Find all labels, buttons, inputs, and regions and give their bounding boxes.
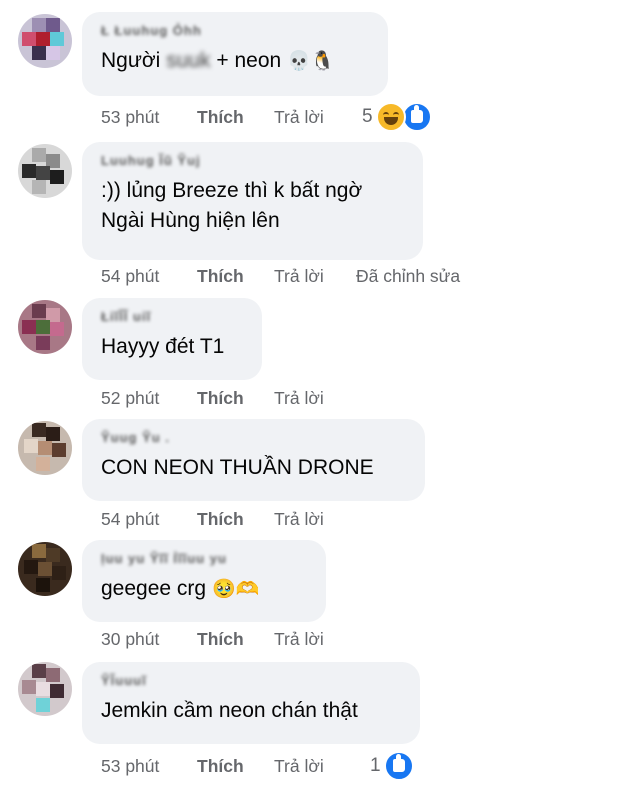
comment-text-line-1: :)) lủng Breeze thì k bất ngờ [101, 179, 363, 202]
reply-button[interactable]: Trả lời [274, 386, 324, 410]
comment-text-line-2: Ngài Hùng hiện lên [101, 209, 280, 232]
timestamp[interactable]: 52 phút [101, 386, 159, 410]
like-button[interactable]: Thích [197, 264, 244, 288]
avatar[interactable] [18, 421, 72, 475]
comment-bubble: Ỹuug Ỹu . CON NEON THUẦN DRONE [82, 419, 425, 501]
comment-text-body: geegee crg [101, 577, 207, 600]
like-button[interactable]: Thích [197, 105, 244, 129]
reply-button[interactable]: Trả lời [274, 105, 324, 129]
comment-text: Jemkin cầm neon chán thật [101, 699, 358, 722]
like-icon [384, 751, 414, 781]
commenter-name[interactable]: Ł Łuuhug Ỏhh [101, 22, 372, 40]
reply-button[interactable]: Trả lời [274, 627, 324, 651]
comment-text-end: + neon [216, 49, 282, 72]
pleading-heart-hands-emoji-icon: 🥹🫶 [211, 578, 260, 600]
comment-text: Người suuk + neon 💀🐧 [101, 46, 372, 76]
avatar[interactable] [18, 662, 72, 716]
commenter-name[interactable]: Luuhug Ĩũ Ỹuj [101, 152, 407, 170]
commenter-name[interactable]: Ịuu yu Ỹĩĩ Ỉĩĩuu yu [101, 550, 310, 568]
timestamp[interactable]: 30 phút [101, 627, 159, 651]
comment-bubble: Ł Łuuhug Ỏhh Người suuk + neon 💀🐧 [82, 12, 388, 96]
avatar[interactable] [18, 144, 72, 198]
haha-icon [376, 102, 406, 132]
timestamp[interactable]: 53 phút [101, 105, 159, 129]
avatar[interactable] [18, 14, 72, 68]
avatar[interactable] [18, 542, 72, 596]
timestamp[interactable]: 54 phút [101, 264, 159, 288]
avatar[interactable] [18, 300, 72, 354]
like-icon [402, 102, 432, 132]
timestamp[interactable]: 53 phút [101, 754, 159, 778]
comment-text: CON NEON THUẦN DRONE [101, 456, 374, 479]
reply-button[interactable]: Trả lời [274, 754, 324, 778]
like-button[interactable]: Thích [197, 627, 244, 651]
reaction-count: 5 [362, 106, 373, 127]
reaction-summary[interactable]: 5 [362, 102, 442, 132]
commenter-name[interactable]: Ỹuug Ỹu . [101, 429, 409, 447]
reaction-count: 1 [370, 755, 381, 776]
commenter-name[interactable]: ỸĨuuuĩ [101, 672, 404, 690]
comment-bubble: Ịuu yu Ỹĩĩ Ỉĩĩuu yu geegee crg 🥹🫶 [82, 540, 326, 622]
timestamp[interactable]: 54 phút [101, 507, 159, 531]
comment-text: geegee crg 🥹🫶 [101, 574, 310, 604]
like-button[interactable]: Thích [197, 754, 244, 778]
comment-text-start: Người [101, 49, 161, 72]
reply-button[interactable]: Trả lời [274, 264, 324, 288]
reaction-summary[interactable]: 1 [370, 751, 416, 781]
like-button[interactable]: Thích [197, 507, 244, 531]
comment-bubble: Luuhug Ĩũ Ỹuj :)) lủng Breeze thì k bất … [82, 142, 423, 260]
reply-button[interactable]: Trả lời [274, 507, 324, 531]
comment-text-blurred: suuk [166, 49, 211, 72]
comment-text: Hayyy đét T1 [101, 335, 225, 358]
edited-label[interactable]: Đã chỉnh sửa [356, 264, 460, 288]
commenter-name[interactable]: ŁiĩĨĨ uiĩ [101, 308, 246, 326]
skull-penguin-emoji-icon: 💀🐧 [287, 50, 335, 72]
like-button[interactable]: Thích [197, 386, 244, 410]
comment-bubble: ŁiĩĨĨ uiĩ Hayyy đét T1 [82, 298, 262, 380]
comment-bubble: ỸĨuuuĩ Jemkin cầm neon chán thật [82, 662, 420, 744]
